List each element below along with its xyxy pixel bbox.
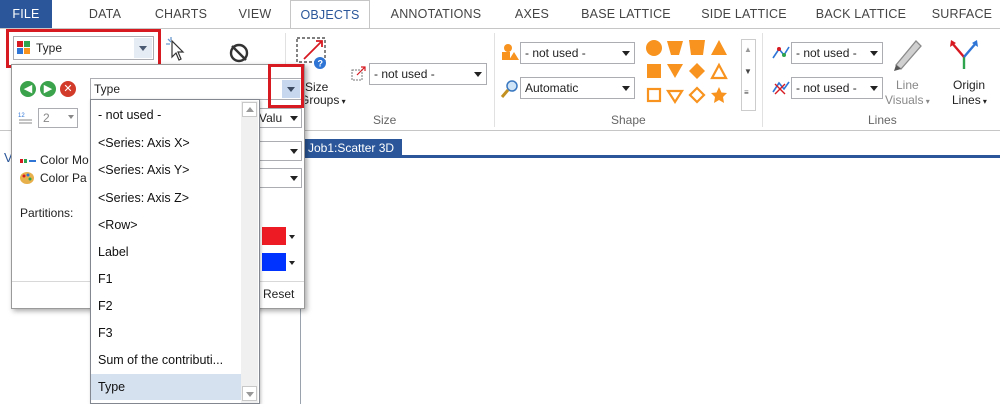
dropdown-item-series-axis-y[interactable]: <Series: Axis Y> xyxy=(91,157,241,183)
dropdown-item-f3[interactable]: F3 xyxy=(91,320,241,346)
reset-button[interactable]: Reset xyxy=(263,287,294,301)
svg-text:12: 12 xyxy=(18,113,25,119)
sort-icon: 12 xyxy=(18,111,34,125)
shape-auto-arrow-icon[interactable] xyxy=(617,78,634,98)
select-pointer-icon[interactable] xyxy=(162,35,192,65)
origin-lines-label-a[interactable]: Origin xyxy=(953,78,985,92)
tab-surface[interactable]: SURFACE xyxy=(926,0,998,28)
filter-icon[interactable] xyxy=(225,37,255,67)
size-resize-icon xyxy=(351,66,367,82)
origin-lines-icon[interactable] xyxy=(946,35,982,71)
shape-auto-combo[interactable]: Automatic xyxy=(520,77,635,99)
lines-combo-1-value: - not used - xyxy=(796,46,857,60)
size-combo-value: - not used - xyxy=(374,67,435,81)
tab-data[interactable]: DATA xyxy=(76,0,134,28)
shape-combo-arrow-icon[interactable] xyxy=(617,43,634,63)
size-combo[interactable]: - not used - xyxy=(369,63,487,85)
size-groups-label-a[interactable]: Size xyxy=(305,80,328,94)
lines-combo-1-arrow-icon[interactable] xyxy=(865,43,882,63)
highlight-box-type-field-arrow xyxy=(268,64,304,108)
shape-combo[interactable]: - not used - xyxy=(520,42,635,64)
svg-text:?: ? xyxy=(318,59,324,69)
dropdown-item-sum-contributions[interactable]: Sum of the contributi... xyxy=(91,347,241,373)
lines-combo-2-arrow-icon[interactable] xyxy=(865,78,882,98)
dropdown-item-label[interactable]: Label xyxy=(91,239,241,265)
forward-icon[interactable]: ▶ xyxy=(40,81,56,97)
color-mode-label[interactable]: Color Mo xyxy=(40,153,89,167)
line-cross-icon xyxy=(771,80,791,96)
tab-file[interactable]: FILE xyxy=(0,0,52,28)
size-group-label: Size xyxy=(373,113,397,127)
dropdown-item-f2[interactable]: F2 xyxy=(91,293,241,319)
value-combo[interactable]: Valu xyxy=(258,108,302,128)
tab-charts[interactable]: CHARTS xyxy=(146,0,216,28)
dropdown-item-not-used[interactable]: - not used - xyxy=(91,102,241,128)
color-swatch-1[interactable] xyxy=(262,227,286,245)
back-icon[interactable]: ◀ xyxy=(20,81,36,97)
lines-combo-1[interactable]: - not used - xyxy=(791,42,883,64)
lines-combo-2-value: - not used - xyxy=(796,81,857,95)
scroll-up-icon[interactable] xyxy=(242,102,257,117)
partitions-label: Partitions: xyxy=(20,206,74,220)
menu-bar: FILE DATA CHARTS VIEW OBJECTS ANNOTATION… xyxy=(0,0,1000,29)
dropdown-item-f1[interactable]: F1 xyxy=(91,266,241,292)
tab-objects[interactable]: OBJECTS xyxy=(290,0,370,29)
value-combo-text: Valu xyxy=(259,111,283,125)
dropdown-item-series-axis-x[interactable]: <Series: Axis X> xyxy=(91,130,241,156)
app-window: FILE DATA CHARTS VIEW OBJECTS ANNOTATION… xyxy=(0,0,1000,404)
highlight-box-type-combo xyxy=(6,29,161,68)
color-palette-label[interactable]: Color Pa xyxy=(40,171,87,185)
tab-axes[interactable]: AXES xyxy=(506,0,558,28)
shape-group-label: Shape xyxy=(611,113,646,127)
tab-view[interactable]: VIEW xyxy=(230,0,280,28)
color-mode-icon xyxy=(20,155,36,167)
size-groups-label-b[interactable]: Groups ▾ xyxy=(300,93,346,107)
shape-icon xyxy=(500,43,520,61)
document-tab-bar: Job1:Scatter 3D xyxy=(300,139,1000,158)
line-visuals-label-a[interactable]: Line xyxy=(896,78,919,92)
tab-side-lattice[interactable]: SIDE LATTICE xyxy=(692,0,796,28)
palette-icon xyxy=(19,170,35,186)
shape-auto-value: Automatic xyxy=(525,81,579,95)
dropdown-scrollbar[interactable] xyxy=(241,101,258,403)
swatch-1-arrow-icon[interactable] xyxy=(289,235,295,239)
swatch-2-arrow-icon[interactable] xyxy=(289,261,295,265)
tab-base-lattice[interactable]: BASE LATTICE xyxy=(574,0,678,28)
tab-annotations[interactable]: ANNOTATIONS xyxy=(380,0,492,28)
spin-value: 2 xyxy=(43,111,50,125)
auto-search-icon xyxy=(500,79,520,99)
line-visuals-label-b[interactable]: Visuals ▾ xyxy=(885,93,930,107)
color-palette-combo[interactable] xyxy=(258,168,302,188)
dropdown-item-row[interactable]: <Row> xyxy=(91,212,241,238)
shape-gallery[interactable] xyxy=(645,39,741,111)
scroll-down-icon[interactable] xyxy=(242,386,257,401)
lines-group-label: Lines xyxy=(868,113,897,127)
color-mode-combo[interactable] xyxy=(258,141,302,161)
dropdown-item-type[interactable]: Type xyxy=(91,374,241,400)
type-dropdown-list[interactable]: - not used - <Series: Axis X> <Series: A… xyxy=(90,99,260,404)
clear-icon[interactable]: ✕ xyxy=(60,81,76,97)
lines-combo-2[interactable]: - not used - xyxy=(791,77,883,99)
dropdown-item-series-axis-z[interactable]: <Series: Axis Z> xyxy=(91,185,241,211)
color-swatch-2[interactable] xyxy=(262,253,286,271)
line-icon xyxy=(771,45,791,61)
pen-icon[interactable] xyxy=(888,35,924,71)
type-field-value: Type xyxy=(94,82,121,96)
shape-gallery-scroll[interactable]: ▲ ▼ ≡ xyxy=(741,39,756,111)
size-combo-arrow-icon[interactable] xyxy=(469,64,486,84)
tab-back-lattice[interactable]: BACK LATTICE xyxy=(808,0,914,28)
shape-combo-value: - not used - xyxy=(525,46,586,60)
spin-box[interactable]: 2 xyxy=(38,108,78,128)
origin-lines-label-b[interactable]: Lines ▾ xyxy=(952,93,987,107)
document-tab[interactable]: Job1:Scatter 3D xyxy=(300,139,403,158)
